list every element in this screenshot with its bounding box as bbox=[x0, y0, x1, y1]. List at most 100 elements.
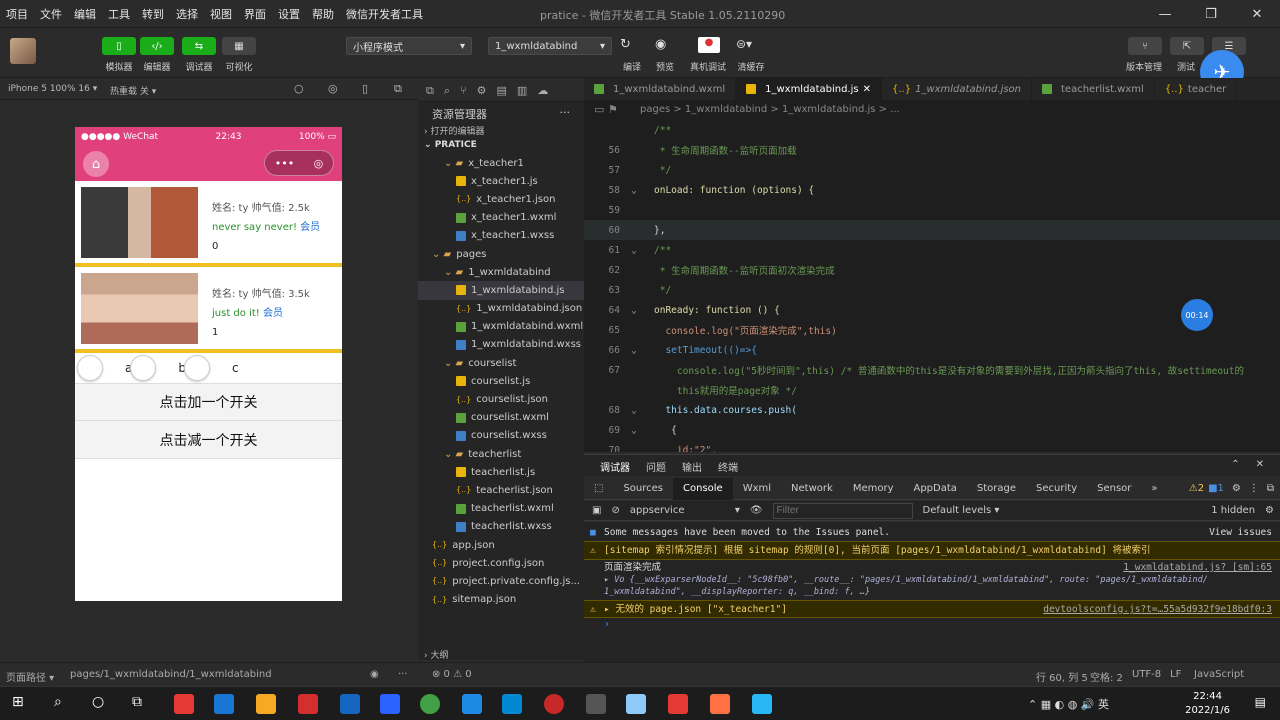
app-icon[interactable] bbox=[462, 694, 482, 714]
info-count[interactable]: ■1 bbox=[1208, 483, 1224, 494]
tab-wxml[interactable]: Wxml bbox=[733, 483, 781, 494]
file-tree-item[interactable]: {..} project.config.json bbox=[418, 554, 584, 572]
tab-memory[interactable]: Memory bbox=[843, 483, 904, 494]
minimize-button[interactable]: — bbox=[1142, 0, 1188, 28]
timer-badge[interactable]: 00:14 bbox=[1181, 299, 1213, 331]
menu-item[interactable]: 界面 bbox=[244, 6, 266, 22]
language-mode[interactable]: JavaScript bbox=[1194, 669, 1244, 680]
switch-c[interactable] bbox=[183, 355, 210, 381]
sidebar-toggle-icon[interactable]: ▭ ⚑ bbox=[594, 103, 618, 116]
eye-icon[interactable]: ◉ bbox=[370, 669, 379, 680]
menu-item[interactable]: 帮助 bbox=[312, 6, 334, 22]
avatar[interactable] bbox=[10, 38, 36, 64]
teacher-card[interactable]: 姓名: ty 帅气值: 2.5k never say never! 会员 0 bbox=[75, 181, 342, 267]
edge-icon[interactable] bbox=[214, 694, 234, 714]
clock[interactable]: 22:44 2022/1/6 bbox=[1185, 690, 1230, 718]
file-tree-item[interactable]: teacherlist.wxml bbox=[418, 500, 584, 518]
code-line[interactable]: 68 ⌄ this.data.courses.push( bbox=[584, 400, 1280, 420]
clear-console-icon[interactable]: ⊘ bbox=[611, 505, 619, 516]
compile-icon[interactable]: ↻ bbox=[620, 37, 631, 52]
phone-icon[interactable]: ▯ bbox=[362, 82, 368, 95]
file-tree-item[interactable]: {..} courselist.json bbox=[418, 390, 584, 408]
switch-b[interactable] bbox=[130, 355, 157, 381]
fold-icon[interactable]: ⌄ bbox=[624, 185, 644, 196]
task-view-icon[interactable]: ⧉ bbox=[132, 694, 142, 710]
tray-icons[interactable]: ⌃ ▦ ◐ ◍ 🔊 英 bbox=[1028, 696, 1109, 712]
cortana-icon[interactable]: ○ bbox=[92, 694, 104, 710]
console-object[interactable]: 1_wxmldatabind", __displayReporter: q, _… bbox=[584, 586, 1280, 599]
file-tree-item[interactable]: ⌄ ▰ 1_wxmldatabind bbox=[418, 263, 584, 281]
cursor-position[interactable]: 行 60, 列 5 bbox=[1036, 669, 1088, 684]
page-path-select[interactable]: 页面路径 ▾ bbox=[6, 669, 54, 684]
app-icon[interactable] bbox=[752, 694, 772, 714]
context-select[interactable]: appservice ▾ bbox=[630, 505, 740, 516]
code-line[interactable]: 62 * 生命周期函数--监听页面初次渲染完成 bbox=[584, 260, 1280, 280]
visual-toggle-button[interactable]: ▦ bbox=[222, 37, 256, 55]
menu-capsule[interactable]: ••• ◎ bbox=[264, 150, 334, 176]
more-tabs-icon[interactable]: » bbox=[1141, 483, 1167, 494]
tab-wxml[interactable]: 1_wxmldatabind.wxml bbox=[584, 78, 737, 100]
code-line[interactable]: 60}, bbox=[584, 220, 1280, 240]
settings-icon[interactable]: ⚙ bbox=[1232, 483, 1241, 494]
wps-icon[interactable] bbox=[668, 694, 688, 714]
inspect-icon[interactable]: ⬚ bbox=[584, 483, 613, 494]
source-link[interactable]: devtoolsconfig.js?t=…55a5d932f9e18bdf0:3 bbox=[1043, 601, 1272, 617]
code-line[interactable]: 66 ⌄ setTimeout(()=>{ bbox=[584, 340, 1280, 360]
dock-icon[interactable]: ⧉ bbox=[1267, 483, 1274, 494]
file-tree-item[interactable]: 1_wxmldatabind.wxss bbox=[418, 336, 584, 354]
app-icon[interactable] bbox=[544, 694, 564, 714]
close-icon[interactable]: ✕ bbox=[863, 84, 871, 95]
code-line[interactable]: 67 console.log("5秒时间到",this) /* 普通函数中的th… bbox=[584, 360, 1280, 380]
file-tree-item[interactable]: courselist.wxss bbox=[418, 427, 584, 445]
file-tree-item[interactable]: x_teacher1.wxml bbox=[418, 209, 584, 227]
more-icon[interactable]: ··· bbox=[560, 106, 571, 119]
filter-input[interactable] bbox=[772, 502, 913, 519]
cloud-icon[interactable]: ☁ bbox=[537, 84, 548, 97]
fold-icon[interactable]: ⌄ bbox=[624, 345, 644, 356]
test-button[interactable]: ⇱ bbox=[1170, 37, 1204, 55]
debugger-toggle-button[interactable]: ⇆ bbox=[182, 37, 216, 55]
sidebar-icon[interactable]: ▣ bbox=[592, 505, 601, 516]
simulator-toggle-button[interactable]: ▯ bbox=[102, 37, 136, 55]
code-line[interactable]: 64 ⌄ onReady: function () { bbox=[584, 300, 1280, 320]
code-line[interactable]: 63 */ bbox=[584, 280, 1280, 300]
hot-reload-select[interactable]: 热重载 关 ▾ bbox=[110, 84, 156, 97]
more-icon[interactable]: ⋮ bbox=[1249, 483, 1259, 494]
file-tree-item[interactable]: {..} x_teacher1.json bbox=[418, 190, 584, 208]
menu-item[interactable]: 选择 bbox=[176, 6, 198, 22]
more-icon[interactable]: ••• bbox=[275, 157, 294, 170]
tab-console[interactable]: Console bbox=[673, 477, 733, 500]
tab-debugger[interactable]: 调试器 bbox=[600, 459, 630, 474]
files-icon[interactable]: ⧉ bbox=[426, 84, 434, 97]
file-tree-item[interactable]: x_teacher1.wxss bbox=[418, 227, 584, 245]
tab-storage[interactable]: Storage bbox=[967, 483, 1026, 494]
tab-security[interactable]: Security bbox=[1026, 483, 1087, 494]
debug-icon[interactable]: ⚙ bbox=[477, 84, 487, 97]
compile-page-select[interactable]: 1_wxmldatabind ▾ bbox=[488, 37, 612, 55]
code-editor[interactable]: /** 56 * 生命周期函数--监听页面加载 57 */58 ⌄ onLoad: fu… bbox=[584, 122, 1280, 452]
menu-item[interactable]: 视图 bbox=[210, 6, 232, 22]
app-icon[interactable] bbox=[380, 694, 400, 714]
file-tree-item[interactable]: x_teacher1.js bbox=[418, 172, 584, 190]
search-icon[interactable]: ⌕ bbox=[54, 694, 62, 710]
fold-icon[interactable]: ⌄ bbox=[624, 245, 644, 256]
layout-icon[interactable]: ▥ bbox=[517, 84, 527, 97]
code-line[interactable]: 61 ⌄ /** bbox=[584, 240, 1280, 260]
code-line[interactable]: /** bbox=[584, 122, 1280, 140]
file-tree-item[interactable]: courselist.wxml bbox=[418, 409, 584, 427]
file-tree-item[interactable]: {..} project.private.config.js... bbox=[418, 572, 584, 590]
code-line[interactable]: 69 ⌄ { bbox=[584, 420, 1280, 440]
preview-icon[interactable]: ◉ bbox=[655, 37, 666, 52]
file-tree-item[interactable]: teacherlist.js bbox=[418, 463, 584, 481]
teacher-card[interactable]: 姓名: ty 帅气值: 3.5k just do it! 会员 1 bbox=[75, 267, 342, 353]
file-tree-item[interactable]: 1_wxmldatabind.js bbox=[418, 281, 584, 300]
close-window-button[interactable]: ✕ bbox=[1234, 0, 1280, 28]
mode-select[interactable]: 小程序模式 ▾ bbox=[346, 37, 472, 55]
version-button[interactable]: ⑂ bbox=[1128, 37, 1162, 55]
indentation[interactable]: 空格: 2 bbox=[1090, 669, 1123, 684]
git-icon[interactable]: ⑂ bbox=[460, 84, 467, 97]
tab-teacher[interactable]: {..} teacher bbox=[1155, 78, 1238, 100]
encoding[interactable]: UTF-8 bbox=[1132, 669, 1161, 680]
file-tree-item[interactable]: teacherlist.wxss bbox=[418, 518, 584, 536]
problems-count[interactable]: ⊗ 0 ⚠ 0 bbox=[432, 669, 472, 680]
